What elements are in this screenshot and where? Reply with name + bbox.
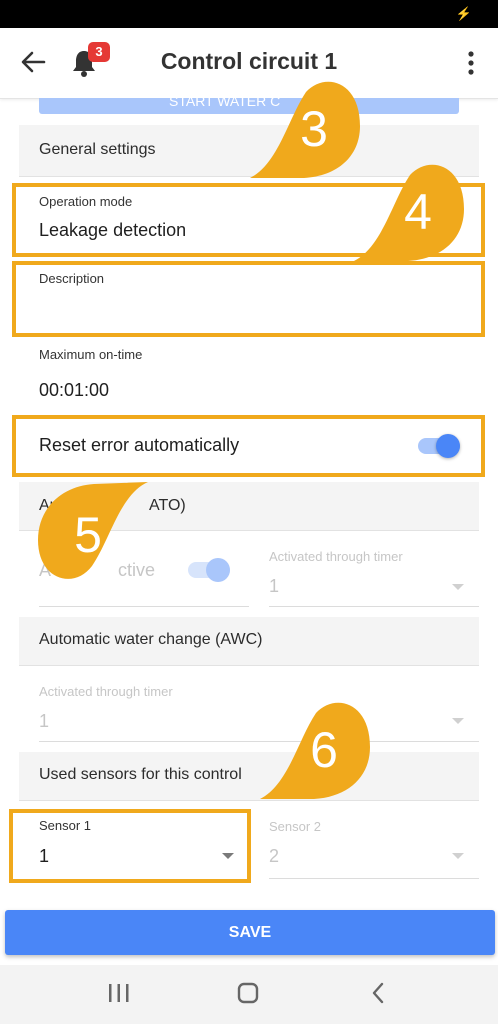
- system-nav-bar: [0, 965, 498, 1024]
- status-bar: ⚡: [0, 0, 498, 28]
- ato-timer-label: Activated through timer: [269, 549, 403, 564]
- ato-timer-underline: [269, 606, 479, 607]
- awc-header: Automatic water change (AWC): [39, 631, 263, 648]
- back-triangle-icon[interactable]: [370, 982, 386, 1004]
- chevron-down-icon: [452, 718, 464, 724]
- callout-marker-5: 5: [38, 482, 148, 579]
- awc-timer-value[interactable]: 1: [39, 711, 49, 732]
- callout-marker-6: 6: [260, 702, 370, 799]
- save-button[interactable]: SAVE: [5, 910, 495, 955]
- svg-text:6: 6: [310, 722, 338, 778]
- svg-text:3: 3: [300, 101, 328, 157]
- awc-timer-label: Activated through timer: [39, 684, 173, 699]
- callout-marker-4: 4: [354, 164, 464, 261]
- sensor-2-value[interactable]: 2: [269, 846, 279, 867]
- highlight-box-reset: [12, 415, 485, 477]
- home-icon[interactable]: [237, 982, 259, 1004]
- more-vert-icon[interactable]: [466, 50, 476, 76]
- ato-active-underline: [39, 606, 249, 607]
- ato-active-toggle[interactable]: [186, 556, 234, 584]
- max-on-time-label: Maximum on-time: [39, 347, 143, 362]
- page-title: Control circuit 1: [160, 48, 338, 74]
- sensor-2-underline: [269, 878, 479, 879]
- ato-header-right: ATO): [149, 497, 186, 514]
- chevron-down-icon: [452, 584, 464, 590]
- svg-text:5: 5: [74, 507, 102, 563]
- ato-timer-value[interactable]: 1: [269, 576, 279, 597]
- sensor-2-label: Sensor 2: [269, 819, 322, 834]
- recents-icon[interactable]: [107, 983, 131, 1003]
- chevron-down-icon: [452, 853, 464, 859]
- bolt-icon: ⚡: [455, 6, 472, 21]
- section-header: General settings: [39, 141, 156, 158]
- section-awc: Automatic water change (AWC): [19, 617, 479, 666]
- highlight-box-sensor1: [9, 809, 251, 883]
- highlight-box-description: [12, 261, 485, 337]
- svg-text:4: 4: [404, 184, 432, 240]
- sensors-header: Used sensors for this control: [39, 766, 242, 783]
- callout-marker-3: 3: [250, 81, 360, 178]
- max-on-time-value[interactable]: 00:01:00: [39, 380, 109, 401]
- section-used-sensors: Used sensors for this control: [19, 752, 479, 801]
